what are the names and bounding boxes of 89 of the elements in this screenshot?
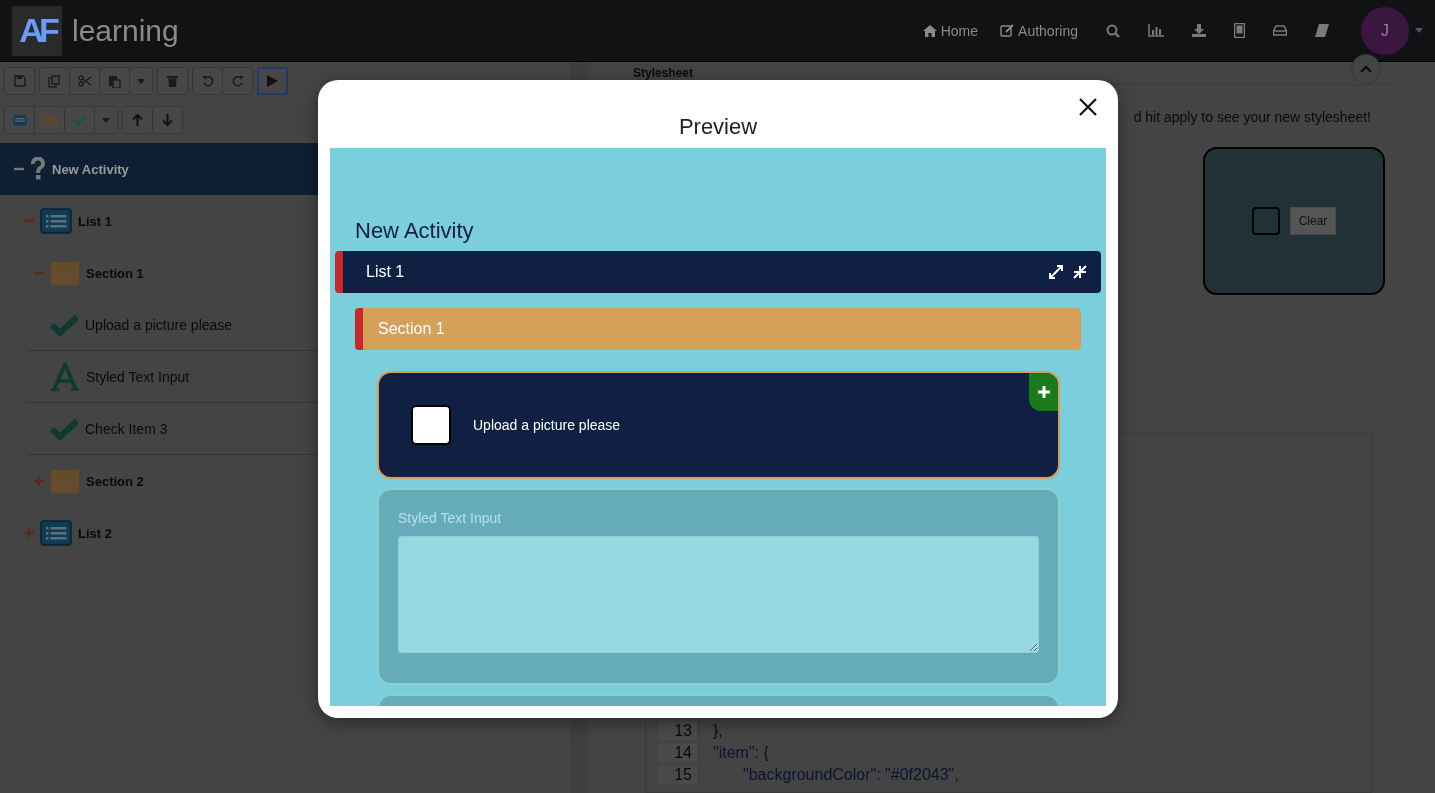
checkbox[interactable]	[1251, 207, 1280, 235]
tree-item[interactable]: Section 2	[0, 455, 572, 507]
redo-button[interactable]	[222, 67, 253, 95]
tree-label: New Activity	[52, 161, 129, 177]
tree-label: Section 1	[86, 265, 144, 281]
caret-icon[interactable]	[1415, 28, 1423, 33]
search-icon[interactable]	[1106, 23, 1120, 38]
activity-title: New Activity	[355, 217, 475, 245]
dialog-title: Preview	[678, 114, 758, 140]
nav-link[interactable]: Home	[922, 22, 979, 39]
paste-icon	[108, 74, 121, 88]
letter-icon	[50, 362, 80, 391]
play-button[interactable]	[257, 67, 288, 95]
nav-link[interactable]: Authoring	[1000, 22, 1078, 39]
list-icon	[40, 208, 72, 234]
caret-button[interactable]	[129, 67, 153, 95]
save-icon	[13, 75, 26, 87]
brand-name: learning	[72, 13, 179, 48]
line-number: 15	[658, 766, 699, 784]
close-icon	[1079, 98, 1097, 116]
close-button[interactable]	[1078, 98, 1098, 118]
plus-icon	[1037, 386, 1050, 398]
caret-icon	[102, 117, 110, 123]
up-button[interactable]	[122, 106, 153, 134]
tree-label: Styled Text Input	[86, 368, 190, 385]
caret-button[interactable]	[94, 106, 118, 134]
list-title: List 1	[366, 263, 406, 281]
section-header[interactable]: Section 1	[355, 308, 1081, 350]
copy-button[interactable]	[39, 67, 70, 95]
check-button[interactable]	[64, 106, 95, 134]
grid-icon	[42, 114, 57, 126]
clear-button[interactable]: Clear	[1289, 207, 1337, 235]
tree-label: List 2	[78, 525, 112, 541]
tree-label: Check Item 3	[85, 420, 168, 437]
check-icon	[50, 313, 79, 336]
code-text: "backgroundColor": "#0f2043",	[743, 766, 959, 784]
trash-icon	[167, 75, 178, 87]
plus-icon[interactable]	[24, 528, 34, 538]
user-avatar[interactable]: J	[1361, 6, 1409, 55]
bar-chart-icon[interactable]	[1148, 24, 1164, 37]
code-text: },	[713, 722, 723, 740]
line-number: 14	[658, 744, 699, 762]
question-icon	[30, 157, 46, 181]
undo-button[interactable]	[192, 67, 223, 95]
grid-icon	[50, 468, 80, 494]
list-header[interactable]: List 1	[335, 251, 1101, 293]
arrow-up-icon	[132, 114, 143, 126]
edit-icon	[1000, 24, 1015, 37]
down-button[interactable]	[152, 106, 183, 134]
grid-icon	[50, 260, 80, 286]
panel-title: Stylesheet	[633, 66, 694, 80]
list-icon	[12, 114, 27, 126]
arrow-down-icon	[162, 114, 173, 126]
check-icon	[50, 417, 79, 440]
upload-box[interactable]	[411, 405, 451, 445]
redo-icon	[231, 75, 244, 87]
home-icon	[922, 24, 937, 37]
chevron-up-icon	[1360, 65, 1372, 73]
tablet-icon[interactable]	[1234, 23, 1245, 38]
plus-icon[interactable]	[34, 476, 44, 486]
field-label: Styled Text Input	[398, 510, 503, 526]
collapse-button[interactable]	[1351, 54, 1381, 84]
line-number: 13	[658, 722, 699, 740]
save-button[interactable]	[4, 67, 35, 95]
list-icon	[40, 520, 72, 546]
hint-text: d hit apply to see your new stylesheet!	[1133, 109, 1371, 125]
tree-label: Upload a picture please	[85, 316, 233, 333]
code-text: "item": {	[713, 744, 769, 762]
caret-icon	[137, 78, 145, 84]
add-button[interactable]	[1029, 373, 1058, 411]
copy-icon	[48, 74, 61, 88]
text-area[interactable]	[398, 536, 1039, 653]
paste-button[interactable]	[99, 67, 130, 95]
inbox-icon[interactable]	[1273, 25, 1287, 36]
check-icon	[73, 115, 86, 125]
grid-button[interactable]	[34, 106, 65, 134]
play-icon	[267, 75, 278, 87]
tree-label: Section 2	[86, 473, 144, 489]
scissors-icon	[77, 75, 92, 87]
cut-button[interactable]	[69, 67, 100, 95]
download-icon[interactable]	[1192, 24, 1206, 37]
undo-icon	[201, 75, 214, 87]
list-button[interactable]	[4, 106, 35, 134]
expand-icon[interactable]	[1049, 265, 1063, 279]
tree-label: List 1	[78, 213, 112, 229]
section-title: Section 1	[378, 320, 445, 338]
collapse-icon[interactable]	[1073, 265, 1087, 279]
logo[interactable]: AF	[12, 5, 62, 56]
delete-button[interactable]	[157, 67, 188, 95]
